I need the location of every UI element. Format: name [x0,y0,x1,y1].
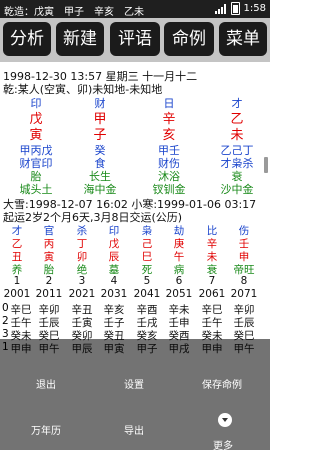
scrollbar-thumb[interactable] [264,157,268,173]
dayun-age: 7 [208,275,216,287]
chevron-down-icon[interactable] [218,413,232,427]
dayun-year: 2051 [165,288,193,300]
dayun-year: 2071 [230,288,258,300]
dayun-year: 2021 [68,288,96,300]
dayun-age: 3 [78,275,86,287]
export-menu-item[interactable]: 导出 [124,422,144,437]
dayun-year: 2031 [100,288,128,300]
nayin: 城头土 [19,183,53,196]
status-title: 乾造：戊寅 甲子 辛亥 乙未 [4,7,144,18]
pillar-gods-row: 印 财 日 才 [0,95,260,110]
pillar-stems-row: 戊 甲 辛 乙 [0,108,260,127]
calendar-menu-item[interactable]: 万年历 [31,422,61,437]
pillar-branch: 未 [230,128,244,143]
hidden-gods-row: 财官印 食 财伤 才枭杀 [0,155,260,170]
dayun-states-row: 养 胎 绝 墓 死 病 衰 帝旺 [0,262,270,276]
exit-menu-item[interactable]: 退出 [36,376,56,391]
dayun-gods-row: 才 官 杀 印 枭 劫 比 伤 [0,223,270,237]
tab-comments[interactable]: 评语 [110,22,160,56]
tab-analysis[interactable]: 分析 [3,22,51,56]
dayun-ages-row: 1 2 3 4 5 6 7 8 [0,275,270,287]
dayun-age: 5 [143,275,151,287]
battery-icon [230,2,240,15]
tab-cases[interactable]: 命例 [164,22,214,56]
liunian-row: 2 壬午 壬辰 壬寅 壬子 壬戌 壬申 壬午 壬辰 [0,315,270,329]
dayun-stems-row: 乙 丙 丁 戊 己 庚 辛 壬 [0,236,270,250]
toolbar: 分析 新建 评语 命例 菜单 [0,18,270,62]
bottom-menu: 退出 设置 保存命例 万年历 导出 更多 [0,350,270,452]
nayin: 海中金 [83,183,117,196]
signal-icon [214,3,227,14]
pillar-branch: 子 [93,128,107,143]
status-bar: 乾造：戊寅 甲子 辛亥 乙未 1:58 [0,0,270,18]
nayin: 钗钏金 [152,183,186,196]
dayun-age: 8 [240,275,248,287]
dayun-year: 2001 [3,288,31,300]
dayun-year: 2061 [198,288,226,300]
dayun-branches-row: 丑 寅 卯 辰 巳 午 未 申 [0,249,270,263]
settings-menu-item[interactable]: 设置 [124,376,144,391]
dayun-age: 2 [45,275,53,287]
liunian-row: 0 辛巳 辛卯 辛丑 辛亥 辛酉 辛未 辛巳 辛卯 [0,302,270,316]
dayun-age: 4 [110,275,118,287]
status-right: 1:58 [214,2,266,15]
pillar-branches-row: 寅 子 亥 未 [0,124,260,143]
dayun-age: 6 [175,275,183,287]
dayun-year: 2011 [35,288,63,300]
tab-new[interactable]: 新建 [56,22,104,56]
nayin: 沙中金 [220,183,254,196]
nayin-row: 城头土 海中金 钗钏金 沙中金 [0,181,260,196]
save-case-menu-item[interactable]: 保存命例 [202,376,242,391]
pillar-branch: 寅 [29,128,43,143]
dayun-year: 2041 [133,288,161,300]
dayun-age: 1 [13,275,21,287]
life-stage-row: 胎 长生 沐浴 衰 [0,168,260,183]
dayun-years-row: 2001 2011 2021 2031 2041 2051 2061 2071 [0,288,270,300]
status-time: 1:58 [243,3,266,14]
tab-menu[interactable]: 菜单 [219,22,267,56]
pillar-branch: 亥 [162,128,176,143]
hidden-stems-row: 甲丙戊 癸 甲壬 乙己丁 [0,142,260,157]
